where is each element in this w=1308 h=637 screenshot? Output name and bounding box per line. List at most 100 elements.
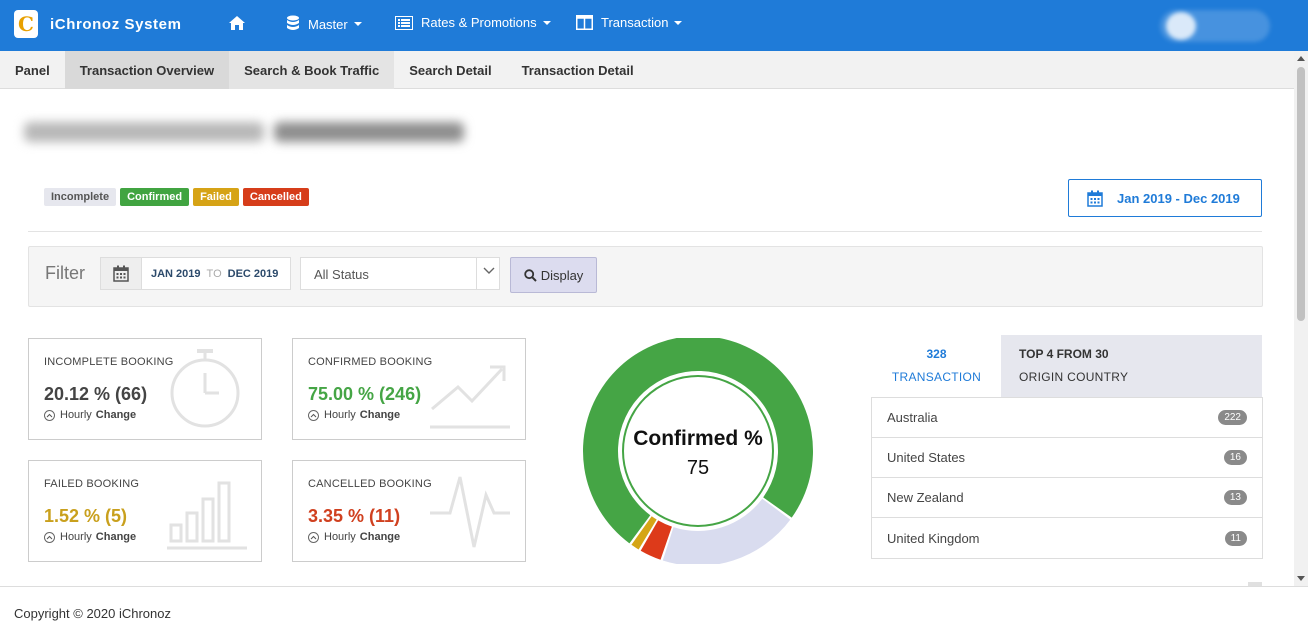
nav-rates-label: Rates & Promotions bbox=[421, 15, 537, 30]
footer: Copyright © 2020 iChronoz bbox=[0, 586, 1308, 637]
status-select[interactable]: All Status bbox=[300, 257, 500, 290]
bar-chart-icon bbox=[167, 481, 247, 550]
card-value: 1.52 % (5) bbox=[44, 506, 128, 526]
date-from[interactable]: JAN 2019 bbox=[151, 268, 201, 280]
display-button[interactable]: Display bbox=[510, 257, 597, 293]
brand-logo: C bbox=[14, 10, 38, 38]
hourly-label: Hourly bbox=[60, 531, 92, 543]
scroll-down-arrow-icon[interactable] bbox=[1297, 576, 1305, 581]
scroll-up-arrow-icon[interactable] bbox=[1297, 56, 1305, 61]
tab-search-book-traffic[interactable]: Search & Book Traffic bbox=[229, 51, 395, 89]
legend-incomplete: Incomplete bbox=[44, 188, 117, 206]
booking-status-donut bbox=[582, 335, 814, 566]
user-menu[interactable] bbox=[1160, 10, 1270, 42]
date-range-label: Jan 2019 - Dec 2019 bbox=[1117, 190, 1240, 206]
page-scrollbar[interactable] bbox=[1294, 51, 1308, 586]
top-countries-subtitle: ORIGIN COUNTRY bbox=[1019, 370, 1129, 384]
country-name: New Zealand bbox=[887, 490, 964, 505]
date-to[interactable]: DEC 2019 bbox=[228, 268, 279, 280]
hourly-label: Hourly bbox=[324, 409, 356, 421]
card-failed-booking: FAILED BOOKING 1.52 % (5) Hourly Change bbox=[28, 460, 262, 562]
status-legend: Incomplete Confirmed Failed Cancelled bbox=[44, 188, 309, 206]
change-label: Change bbox=[95, 409, 137, 421]
nav-rates-promotions[interactable]: Rates & Promotions bbox=[395, 15, 551, 30]
list-item[interactable]: United Kingdom 11 bbox=[872, 518, 1262, 558]
count-badge: 11 bbox=[1224, 530, 1247, 546]
page-title-blurred-part bbox=[24, 122, 264, 142]
filter-label: Filter bbox=[45, 263, 85, 283]
hourly-change[interactable]: Hourly Change bbox=[308, 409, 400, 421]
date-range-button[interactable]: Jan 2019 - Dec 2019 bbox=[1068, 179, 1262, 217]
search-icon bbox=[523, 268, 537, 282]
hourly-label: Hourly bbox=[324, 531, 356, 543]
page-title bbox=[24, 118, 464, 146]
transaction-count-tab[interactable]: 328 TRANSACTION bbox=[871, 335, 1002, 397]
tab-search-detail[interactable]: Search Detail bbox=[394, 51, 506, 89]
page-title-blurred-part bbox=[274, 122, 464, 142]
brand[interactable]: C iChronoz System bbox=[14, 10, 182, 38]
tab-panel[interactable]: Panel bbox=[0, 51, 65, 89]
brand-name: iChronoz System bbox=[50, 15, 182, 33]
change-label: Change bbox=[359, 409, 401, 421]
card-value: 20.12 % (66) bbox=[44, 384, 148, 404]
count-badge: 16 bbox=[1223, 450, 1247, 465]
card-title: FAILED BOOKING bbox=[44, 478, 140, 490]
home-icon[interactable] bbox=[228, 15, 246, 34]
country-list: Australia 222 United States 16 New Zealand… bbox=[871, 397, 1263, 559]
hourly-label: Hourly bbox=[60, 409, 92, 421]
top-countries-tab[interactable]: TOP 4 FROM 30 ORIGIN COUNTRY bbox=[1001, 335, 1262, 397]
count-badge: 13 bbox=[1223, 490, 1247, 505]
tab-transaction-detail[interactable]: Transaction Detail bbox=[507, 51, 649, 89]
legend-failed: Failed bbox=[193, 188, 239, 206]
nav-transaction[interactable]: Transaction bbox=[576, 15, 683, 30]
status-select-value: All Status bbox=[314, 267, 369, 282]
country-name: Australia bbox=[887, 410, 938, 425]
nav-master[interactable]: Master bbox=[286, 15, 362, 33]
scrollbar-thumb[interactable] bbox=[1297, 67, 1305, 321]
pulse-icon bbox=[430, 476, 510, 548]
nav-transaction-label: Transaction bbox=[601, 15, 669, 30]
card-value: 3.35 % (11) bbox=[308, 506, 401, 526]
list-item[interactable]: Australia 222 bbox=[872, 398, 1262, 438]
legend-confirmed: Confirmed bbox=[120, 188, 190, 206]
donut-center-title: Confirmed % bbox=[633, 427, 763, 450]
caret-down-icon bbox=[674, 20, 683, 25]
filter-panel: Filter JAN 2019 TO DEC 2019 All Status D… bbox=[28, 246, 1263, 307]
transaction-label: TRANSACTION bbox=[891, 370, 982, 384]
top-countries-title: TOP 4 FROM 30 bbox=[1019, 347, 1109, 361]
calendar-icon bbox=[1087, 190, 1103, 207]
hourly-change[interactable]: Hourly Change bbox=[44, 531, 136, 543]
list-icon bbox=[395, 15, 413, 30]
list-item[interactable]: New Zealand 13 bbox=[872, 478, 1262, 518]
caret-down-icon bbox=[353, 22, 362, 26]
country-name: United Kingdom bbox=[887, 530, 980, 546]
card-title: CANCELLED BOOKING bbox=[308, 478, 432, 490]
sub-navigation: Panel Transaction Overview Search & Book… bbox=[0, 51, 1294, 89]
chevron-up-circle-icon bbox=[44, 531, 55, 543]
donut-center-value: 75 bbox=[686, 457, 710, 479]
nav-master-label: Master bbox=[308, 16, 348, 32]
display-button-label: Display bbox=[540, 267, 584, 283]
list-item[interactable]: United States 16 bbox=[872, 438, 1262, 478]
chevron-up-circle-icon bbox=[308, 409, 319, 421]
donut-segment-incomplete[interactable] bbox=[662, 498, 791, 566]
transaction-count: 328 bbox=[926, 347, 947, 361]
card-incomplete-booking: INCOMPLETE BOOKING 20.12 % (66) Hourly Ch… bbox=[28, 338, 262, 440]
legend-cancelled: Cancelled bbox=[242, 188, 309, 206]
tab-transaction-overview[interactable]: Transaction Overview bbox=[64, 51, 230, 89]
trending-up-icon bbox=[430, 365, 510, 429]
count-badge: 222 bbox=[1218, 410, 1247, 425]
chevron-down-icon bbox=[483, 267, 495, 274]
columns-icon bbox=[576, 15, 593, 30]
hourly-change[interactable]: Hourly Change bbox=[308, 531, 400, 543]
change-label: Change bbox=[359, 531, 401, 543]
chevron-up-circle-icon bbox=[308, 531, 319, 543]
date-range-filter[interactable]: JAN 2019 TO DEC 2019 bbox=[100, 257, 291, 290]
calendar-icon[interactable] bbox=[101, 258, 142, 289]
avatar bbox=[1166, 12, 1196, 40]
card-confirmed-booking: CONFIRMED BOOKING 75.00 % (246) Hourly Ch… bbox=[292, 338, 526, 440]
copyright-text: Copyright © 2020 iChronoz bbox=[14, 606, 171, 621]
hourly-change[interactable]: Hourly Change bbox=[44, 409, 136, 421]
change-label: Change bbox=[95, 531, 137, 543]
top-navbar: C iChronoz System Master Rates & Promoti… bbox=[0, 0, 1308, 51]
